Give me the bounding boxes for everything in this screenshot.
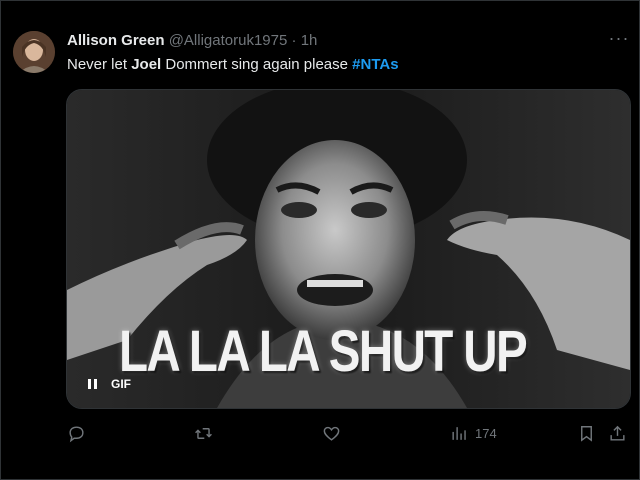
gif-caption: LA LA LA SHUT UP [119, 319, 528, 384]
text-part: Never let [67, 56, 132, 73]
reply-button[interactable] [67, 421, 86, 445]
gif-media[interactable]: LA LA LA SHUT UP GIF [66, 89, 631, 409]
tweet-text: Never let Joel Dommert sing again please… [67, 56, 399, 74]
separator: · [291, 32, 297, 49]
views-count: 174 [475, 425, 497, 441]
retweet-icon [195, 427, 212, 439]
retweet-button[interactable] [194, 421, 213, 445]
reply-icon [69, 425, 84, 442]
bookmark-button[interactable] [577, 421, 596, 445]
text-bold: Joel [131, 56, 162, 73]
views-button[interactable]: 174 [450, 421, 497, 445]
pause-icon[interactable] [83, 375, 101, 393]
gif-controls: GIF [83, 375, 133, 393]
gif-badge: GIF [111, 377, 131, 391]
hashtag-link[interactable]: #NTAs [352, 56, 398, 73]
action-bar: 174 [1, 421, 639, 445]
timestamp[interactable]: 1h [301, 32, 318, 49]
bookmark-icon [581, 425, 592, 442]
like-button[interactable] [322, 421, 341, 445]
author-handle[interactable]: @Alligatoruk1975 [169, 32, 288, 49]
share-icon [610, 425, 625, 441]
avatar[interactable] [13, 31, 55, 73]
author-name[interactable]: Allison Green [67, 32, 165, 49]
text-part: Dommert sing again please [161, 56, 353, 73]
more-icon[interactable]: ··· [607, 29, 631, 51]
tweet-card[interactable]: Allison Green @Alligatoruk1975 · 1h ··· … [0, 0, 640, 480]
share-button[interactable] [608, 421, 627, 445]
like-icon [323, 426, 340, 441]
tweet-header: Allison Green @Alligatoruk1975 · 1h [67, 32, 317, 50]
views-icon [452, 426, 466, 440]
